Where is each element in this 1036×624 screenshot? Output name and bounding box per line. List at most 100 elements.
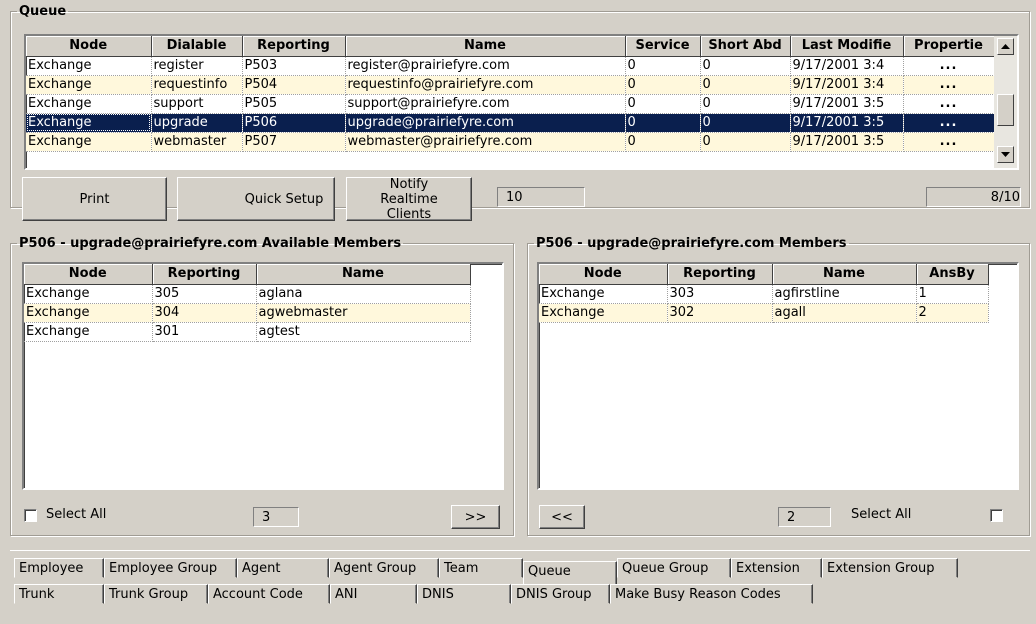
cell-node[interactable]: Exchange xyxy=(26,94,152,114)
cell-short-abd[interactable]: 0 xyxy=(700,94,791,114)
queue-grid[interactable]: Node Dialable Reporting Name Service Sho… xyxy=(24,34,1019,170)
cell-dialable[interactable]: support xyxy=(151,94,243,114)
col-short-abd[interactable]: Short Abd xyxy=(700,36,791,57)
tab-agent[interactable]: Agent xyxy=(237,558,329,578)
cell-name[interactable]: requestinfo@prairiefyre.com xyxy=(345,75,626,95)
cell-service[interactable]: 0 xyxy=(625,56,701,76)
cell-reporting[interactable]: 302 xyxy=(667,303,773,323)
properties-button[interactable]: ... xyxy=(903,94,995,114)
cell-name[interactable]: agall xyxy=(772,303,917,323)
cell-dialable[interactable]: webmaster xyxy=(151,132,243,152)
tab-queue-group[interactable]: Queue Group xyxy=(617,558,731,578)
properties-button[interactable]: ... xyxy=(903,56,995,76)
cell-node[interactable]: Exchange xyxy=(539,284,668,304)
cell-node[interactable]: Exchange xyxy=(26,132,152,152)
cell-ansby[interactable]: 2 xyxy=(916,303,989,323)
cell-name[interactable]: upgrade@prairiefyre.com xyxy=(345,113,626,133)
cell-last-modified[interactable]: 9/17/2001 3:5 xyxy=(790,94,904,114)
table-row[interactable]: Exchange 304 agwebmaster xyxy=(24,303,471,323)
tab-trunk[interactable]: Trunk xyxy=(14,584,104,604)
cell-short-abd[interactable]: 0 xyxy=(700,132,791,152)
cell-name[interactable]: agfirstline xyxy=(772,284,917,304)
remove-members-button[interactable]: << xyxy=(539,505,585,529)
members-select-all-checkbox[interactable] xyxy=(990,509,1003,522)
cell-last-modified[interactable]: 9/17/2001 3:4 xyxy=(790,56,904,76)
cell-name[interactable]: register@prairiefyre.com xyxy=(345,56,626,76)
col-reporting[interactable]: Reporting xyxy=(667,264,773,285)
properties-button[interactable]: ... xyxy=(903,113,995,133)
tab-agent-group[interactable]: Agent Group xyxy=(329,558,439,578)
cell-short-abd[interactable]: 0 xyxy=(700,56,791,76)
table-row[interactable]: Exchange support P505 support@prairiefyr… xyxy=(26,94,995,114)
cell-dialable[interactable]: upgrade xyxy=(151,113,243,133)
tab-make-busy-reason-codes[interactable]: Make Busy Reason Codes xyxy=(610,584,813,604)
table-row[interactable]: Exchange 305 aglana xyxy=(24,284,471,304)
cell-last-modified[interactable]: 9/17/2001 3:5 xyxy=(790,132,904,152)
cell-service[interactable]: 0 xyxy=(625,75,701,95)
tab-employee-group[interactable]: Employee Group xyxy=(104,558,237,578)
cell-service[interactable]: 0 xyxy=(625,94,701,114)
cell-reporting[interactable]: P504 xyxy=(242,75,346,95)
cell-name[interactable]: webmaster@prairiefyre.com xyxy=(345,132,626,152)
available-select-all-checkbox[interactable] xyxy=(24,509,37,522)
cell-short-abd[interactable]: 0 xyxy=(700,113,791,133)
table-row-selected[interactable]: Exchange upgrade P506 upgrade@prairiefyr… xyxy=(26,113,995,133)
table-row[interactable]: Exchange register P503 register@prairief… xyxy=(26,56,995,76)
cell-reporting[interactable]: P505 xyxy=(242,94,346,114)
table-row[interactable]: Exchange 303 agfirstline 1 xyxy=(539,284,989,304)
scroll-down-icon[interactable] xyxy=(997,146,1014,163)
queue-scrollbar[interactable] xyxy=(994,36,1017,168)
cell-reporting[interactable]: 303 xyxy=(667,284,773,304)
cell-name[interactable]: support@prairiefyre.com xyxy=(345,94,626,114)
col-service[interactable]: Service xyxy=(625,36,701,57)
cell-node[interactable]: Exchange xyxy=(26,75,152,95)
col-node[interactable]: Node xyxy=(26,36,152,57)
table-row[interactable]: Exchange webmaster P507 webmaster@prairi… xyxy=(26,132,995,152)
tab-employee[interactable]: Employee xyxy=(14,558,104,578)
cell-short-abd[interactable]: 0 xyxy=(700,75,791,95)
tab-account-code[interactable]: Account Code xyxy=(208,584,330,604)
cell-reporting[interactable]: 304 xyxy=(152,303,257,323)
cell-reporting[interactable]: P507 xyxy=(242,132,346,152)
cell-reporting[interactable]: 305 xyxy=(152,284,257,304)
available-members-grid[interactable]: Node Reporting Name Exchange 305 aglana … xyxy=(22,262,504,490)
tab-dnis-group[interactable]: DNIS Group xyxy=(511,584,610,604)
add-members-button[interactable]: >> xyxy=(451,505,500,529)
notify-realtime-clients-button[interactable]: Notify Realtime Clients xyxy=(346,177,472,222)
col-name[interactable]: Name xyxy=(772,264,917,285)
table-row[interactable]: Exchange 302 agall 2 xyxy=(539,303,989,323)
col-node[interactable]: Node xyxy=(24,264,153,285)
properties-button[interactable]: ... xyxy=(903,132,995,152)
cell-node[interactable]: Exchange xyxy=(26,113,152,133)
cell-dialable[interactable]: register xyxy=(151,56,243,76)
cell-name[interactable]: agwebmaster xyxy=(256,303,471,323)
col-reporting[interactable]: Reporting xyxy=(152,264,257,285)
cell-reporting[interactable]: P503 xyxy=(242,56,346,76)
col-name[interactable]: Name xyxy=(256,264,471,285)
scroll-up-icon[interactable] xyxy=(997,38,1014,55)
cell-name[interactable]: agtest xyxy=(256,322,471,342)
print-button[interactable]: Print xyxy=(22,177,167,221)
col-name[interactable]: Name xyxy=(345,36,626,57)
col-node[interactable]: Node xyxy=(539,264,668,285)
cell-reporting[interactable]: 301 xyxy=(152,322,257,342)
cell-node[interactable]: Exchange xyxy=(26,56,152,76)
tab-queue[interactable]: Queue xyxy=(523,561,617,584)
col-dialable[interactable]: Dialable xyxy=(151,36,243,57)
cell-node[interactable]: Exchange xyxy=(24,284,153,304)
col-properties[interactable]: Propertie xyxy=(903,36,995,57)
tab-dnis[interactable]: DNIS xyxy=(417,584,511,604)
cell-service[interactable]: 0 xyxy=(625,132,701,152)
properties-button[interactable]: ... xyxy=(903,75,995,95)
table-row[interactable]: Exchange 301 agtest xyxy=(24,322,471,342)
col-ansby[interactable]: AnsBy xyxy=(916,264,989,285)
cell-node[interactable]: Exchange xyxy=(24,303,153,323)
cell-node[interactable]: Exchange xyxy=(24,322,153,342)
tab-trunk-group[interactable]: Trunk Group xyxy=(104,584,208,604)
cell-last-modified[interactable]: 9/17/2001 3:5 xyxy=(790,113,904,133)
tab-extension-group[interactable]: Extension Group xyxy=(822,558,958,578)
table-row[interactable]: Exchange requestinfo P504 requestinfo@pr… xyxy=(26,75,995,95)
tab-ani[interactable]: ANI xyxy=(330,584,417,604)
cell-service[interactable]: 0 xyxy=(625,113,701,133)
members-grid[interactable]: Node Reporting Name AnsBy Exchange 303 a… xyxy=(537,262,1019,490)
